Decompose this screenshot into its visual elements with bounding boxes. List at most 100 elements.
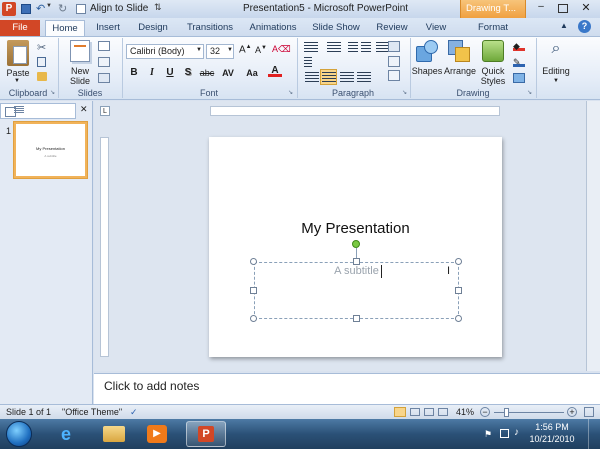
slide-title[interactable]: My Presentation (209, 220, 502, 237)
character-spacing-button[interactable]: AV (219, 66, 237, 80)
powerpoint-logo-icon[interactable]: P (2, 2, 16, 16)
font-color-button[interactable]: A (268, 64, 282, 77)
new-slide-label-line1[interactable]: New (64, 66, 96, 76)
paste-dropdown-icon[interactable]: ▼ (14, 78, 20, 84)
resize-handle-bottom-left[interactable] (250, 315, 257, 322)
underline-button[interactable]: U (163, 66, 177, 80)
zoom-out-button[interactable]: − (480, 407, 490, 417)
arrange-label[interactable]: Arrange (441, 66, 479, 76)
tab-home[interactable]: Home (45, 20, 85, 36)
align-left-icon[interactable] (305, 72, 319, 83)
tab-transitions[interactable]: Transitions (180, 20, 240, 36)
redo-icon[interactable]: ↻ (58, 2, 67, 15)
shadow-button[interactable]: S (181, 66, 195, 80)
fit-to-window-icon[interactable] (584, 407, 594, 417)
qat-customize-icon[interactable]: ⇅ (154, 2, 162, 13)
font-launcher-icon[interactable]: ↘ (288, 89, 293, 96)
slides-tab[interactable] (0, 103, 76, 119)
layout-icon[interactable] (98, 41, 110, 51)
clock-date[interactable]: 10/21/2010 (528, 434, 576, 444)
shape-outline-icon[interactable]: ✎ (513, 57, 525, 67)
horizontal-ruler[interactable] (210, 106, 500, 116)
volume-icon[interactable]: ♪ (514, 427, 519, 438)
bold-button[interactable]: B (127, 66, 141, 80)
cut-icon[interactable]: ✂ (37, 41, 46, 54)
increase-indent-icon[interactable] (361, 42, 371, 53)
zoom-in-button[interactable]: + (567, 407, 577, 417)
smartart-icon[interactable] (388, 41, 400, 52)
tab-view[interactable]: View (419, 20, 453, 36)
clipboard-launcher-icon[interactable]: ↘ (50, 89, 55, 96)
copy-icon[interactable] (37, 57, 46, 67)
align-text-icon[interactable] (388, 70, 400, 81)
clear-formatting-icon[interactable]: A⌫ (272, 44, 291, 58)
explorer-folder-icon[interactable] (103, 426, 125, 442)
close-panel-icon[interactable]: ✕ (80, 104, 88, 115)
minimize-ribbon-icon[interactable]: ▲ (560, 21, 568, 30)
align-center-icon[interactable] (322, 72, 336, 83)
outline-tab[interactable] (14, 106, 24, 114)
editing-dropdown-icon[interactable]: ▼ (553, 78, 559, 84)
paste-label[interactable]: Paste (3, 68, 33, 78)
tab-slide-show[interactable]: Slide Show (307, 20, 365, 36)
slide-sorter-icon[interactable] (410, 408, 420, 416)
columns-icon[interactable] (304, 57, 312, 68)
show-desktop-button[interactable] (588, 419, 600, 449)
new-slide-label-line2[interactable]: Slide (64, 76, 96, 86)
bullets-icon[interactable] (304, 42, 318, 53)
arrange-icon[interactable] (448, 40, 470, 62)
decrease-indent-icon[interactable] (348, 42, 358, 53)
resize-handle-right[interactable] (455, 287, 462, 294)
editing-label[interactable]: Editing (538, 66, 574, 76)
undo-icon[interactable]: ↶ (36, 2, 45, 15)
paste-icon[interactable] (7, 40, 29, 66)
tab-selector-icon[interactable]: L (100, 106, 110, 116)
slide-show-icon[interactable] (438, 408, 448, 416)
font-name-combo[interactable]: Calibri (Body) (126, 44, 204, 59)
flag-icon[interactable]: ⚑ (484, 429, 492, 440)
text-direction-icon[interactable] (388, 56, 400, 67)
grow-font-icon[interactable]: A▲ (239, 44, 252, 55)
quick-styles-label-line1[interactable]: Quick (476, 66, 510, 76)
maximize-button[interactable] (553, 1, 573, 16)
strikethrough-button[interactable]: abc (198, 66, 216, 80)
network-icon[interactable] (500, 429, 509, 438)
close-button[interactable]: ✕ (575, 1, 597, 16)
start-button[interactable] (6, 421, 32, 447)
resize-handle-bottom-right[interactable] (455, 315, 462, 322)
shrink-font-icon[interactable]: A▼ (255, 45, 267, 55)
tab-insert[interactable]: Insert (88, 20, 128, 36)
resize-handle-top-right[interactable] (455, 258, 462, 265)
save-icon[interactable] (21, 4, 31, 14)
tab-review[interactable]: Review (371, 20, 413, 36)
help-icon[interactable]: ? (578, 20, 591, 33)
shape-effects-icon[interactable] (513, 73, 525, 83)
paragraph-launcher-icon[interactable]: ↘ (402, 89, 407, 96)
tab-animations[interactable]: Animations (244, 20, 302, 36)
resize-handle-left[interactable] (250, 287, 257, 294)
resize-handle-bottom[interactable] (353, 315, 360, 322)
change-case-button[interactable]: Aa (243, 66, 261, 80)
numbering-icon[interactable] (327, 42, 341, 53)
align-to-slide-label[interactable]: Align to Slide (90, 0, 148, 18)
italic-button[interactable]: I (145, 66, 159, 80)
tab-design[interactable]: Design (131, 20, 175, 36)
align-checkbox[interactable] (76, 4, 86, 14)
clock-time[interactable]: 1:56 PM (528, 422, 576, 432)
tab-format[interactable]: Format (461, 20, 525, 36)
binoculars-icon[interactable]: ⌕ (545, 40, 567, 62)
slide-thumbnail[interactable]: My Presentation A subtitle (14, 122, 87, 178)
slide-subtitle[interactable]: A subtitle (254, 265, 459, 277)
powerpoint-task-button[interactable]: P (186, 421, 226, 447)
shapes-icon[interactable] (416, 40, 438, 62)
align-right-icon[interactable] (340, 72, 354, 83)
internet-explorer-icon[interactable]: e (56, 424, 76, 444)
font-name-dropdown-icon[interactable]: ▼ (196, 47, 202, 53)
undo-dropdown-icon[interactable]: ▼ (46, 3, 52, 9)
new-slide-icon[interactable] (70, 40, 90, 62)
resize-handle-top-left[interactable] (250, 258, 257, 265)
shape-fill-icon[interactable]: ◆ (513, 41, 525, 51)
tab-file[interactable]: File (0, 20, 40, 36)
scrollbar-vertical[interactable] (586, 101, 600, 371)
quick-styles-icon[interactable] (482, 40, 504, 62)
